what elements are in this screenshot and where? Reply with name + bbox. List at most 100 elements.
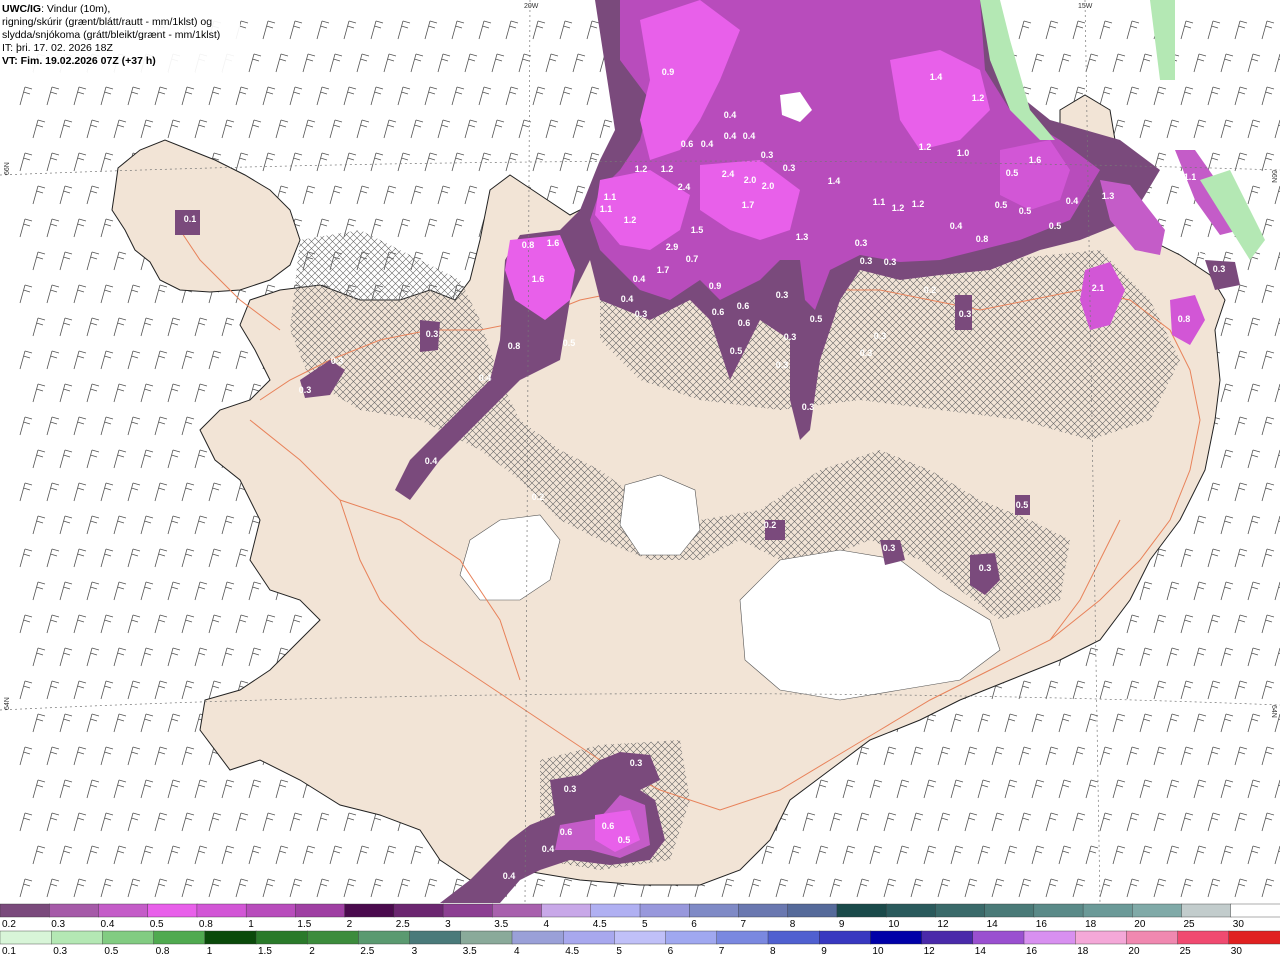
legend-swatch — [935, 903, 986, 918]
precip-value: 0.3 — [776, 360, 789, 370]
precip-value: 0.5 — [618, 835, 631, 845]
legend-label: 20 — [1128, 946, 1140, 957]
legend-label: 14 — [987, 919, 999, 930]
precip-value: 1.5 — [691, 225, 704, 235]
legend-swatch — [307, 930, 360, 945]
legend-label: 0.8 — [156, 946, 170, 957]
precip-value: 0.3 — [299, 385, 312, 395]
legend-label: 0.5 — [150, 919, 164, 930]
weather-map: 20W 15W 66N 66N 64N 64N 0.9 1.41.20.40.4 0… — [0, 0, 1280, 903]
legend-label: 3.5 — [494, 919, 508, 930]
legend-label: 4 — [514, 946, 520, 957]
legend-swatch — [344, 903, 395, 918]
precip-value: 0.5 — [995, 200, 1008, 210]
legend-swatch — [885, 903, 937, 918]
precip-value: 0.2 — [764, 520, 777, 530]
init-time: IT: þri. 17. 02. 2026 18Z — [2, 42, 113, 54]
legend-swatch — [819, 930, 872, 945]
legend-swatch — [590, 903, 641, 918]
precip-value: 1.2 — [972, 93, 985, 103]
precip-value: 2.0 — [762, 181, 775, 191]
precip-value: 0.3 — [331, 356, 344, 366]
legend-label: 7 — [719, 946, 725, 957]
precip-value: 1.3 — [796, 232, 809, 242]
precip-value: 1.1 — [604, 192, 617, 202]
legend-swatch — [1082, 903, 1134, 918]
legend-swatch — [614, 930, 667, 945]
legend-swatch — [255, 930, 308, 945]
legend-swatch — [0, 903, 50, 918]
legend-swatch — [511, 930, 564, 945]
legend-swatch — [689, 903, 740, 918]
precip-value: 0.8 — [1178, 314, 1191, 324]
legend-swatch — [49, 903, 100, 918]
legend-swatch — [147, 903, 198, 918]
legend-label: 6 — [691, 919, 697, 930]
legend-swatch — [442, 903, 494, 918]
precip-value: 0.3 — [564, 784, 577, 794]
precip-value: 0.5 — [1016, 500, 1029, 510]
precip-value: 0.3 — [959, 309, 972, 319]
precip-value: 0.3 — [1213, 264, 1226, 274]
legend-swatch — [836, 903, 887, 918]
legend-swatch — [1177, 930, 1230, 945]
precip-value: 0.6 — [712, 307, 725, 317]
precip-value: 0.6 — [681, 139, 694, 149]
info-line-3: slydda/snjókoma (grátt/bleikt/grænt - mm… — [2, 29, 221, 41]
precip-value: 0.3 — [860, 256, 873, 266]
precip-value: 0.5 — [730, 346, 743, 356]
precip-value: 0.4 — [542, 844, 555, 854]
legend-swatch — [98, 903, 149, 918]
legend-label: 0.4 — [101, 919, 115, 930]
precip-value: 1.2 — [624, 215, 637, 225]
precip-value: 0.3 — [884, 257, 897, 267]
precip-value: 1.2 — [912, 199, 925, 209]
lon-label-20w: 20W — [524, 3, 539, 10]
precip-value: 1.2 — [661, 164, 674, 174]
precip-value: 0.4 — [633, 274, 646, 284]
legend-label: 20 — [1134, 919, 1146, 930]
precip-value: 0.4 — [743, 131, 756, 141]
legend-label: 5 — [616, 946, 622, 957]
legend-swatch — [245, 903, 297, 918]
precip-value: 0.4 — [425, 456, 438, 466]
lat-label-64n-left: 64N — [4, 697, 11, 710]
precip-value: 0.9 — [709, 281, 722, 291]
legend-label: 4.5 — [565, 946, 579, 957]
legend-label: 8 — [770, 946, 776, 957]
precip-value: 1.7 — [742, 200, 755, 210]
legend-swatch — [460, 930, 513, 945]
precip-value: 0.3 — [635, 309, 648, 319]
legend-label: 1.5 — [297, 919, 311, 930]
precip-value: 0.5 — [1006, 168, 1019, 178]
legend-label: 2 — [309, 946, 315, 957]
legend-label: 30 — [1231, 946, 1243, 957]
precip-value: 1.4 — [828, 176, 841, 186]
legend-swatch — [972, 930, 1025, 945]
precip-value: 0.3 — [783, 163, 796, 173]
legend-label: 12 — [937, 919, 949, 930]
precip-value: 0.3 — [979, 563, 992, 573]
legend-label: 7 — [741, 919, 747, 930]
legend-swatch — [1228, 930, 1280, 945]
precip-value: 0.4 — [621, 294, 634, 304]
precip-value: 2.9 — [666, 242, 679, 252]
precip-value: 0.3 — [1196, 249, 1209, 259]
legend-label: 18 — [1077, 946, 1089, 957]
precip-value: 0.6 — [602, 821, 615, 831]
legend-swatch — [51, 930, 104, 945]
legend-label: 10 — [872, 946, 884, 957]
legend-swatch — [787, 903, 838, 918]
legend-label: 16 — [1026, 946, 1038, 957]
precip-value: 0.8 — [522, 240, 535, 250]
precip-value: 1.6 — [547, 238, 560, 248]
legend-label: 3.5 — [463, 946, 477, 957]
precip-value: 0.7 — [686, 254, 699, 264]
legend-swatch — [196, 903, 247, 918]
legend-label: 3 — [445, 919, 451, 930]
legend-label: 25 — [1180, 946, 1192, 957]
precip-value: 1.2 — [892, 203, 905, 213]
precip-value: 2.0 — [744, 175, 757, 185]
legend-label: 12 — [924, 946, 936, 957]
precip-value: 0.8 — [508, 341, 521, 351]
